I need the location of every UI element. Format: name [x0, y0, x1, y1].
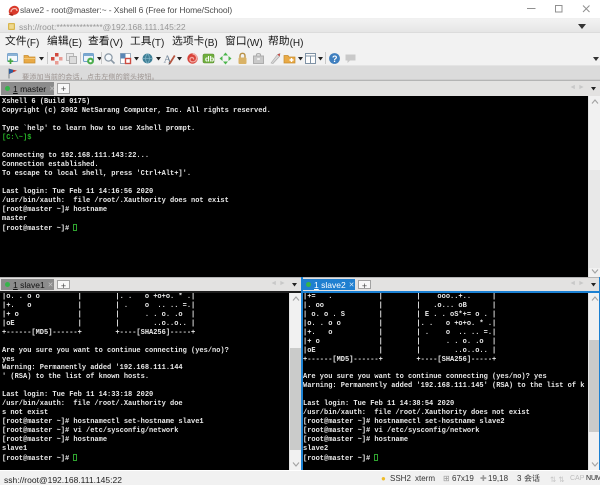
svg-text:db: db — [205, 55, 215, 64]
svg-text:?: ? — [332, 54, 338, 64]
